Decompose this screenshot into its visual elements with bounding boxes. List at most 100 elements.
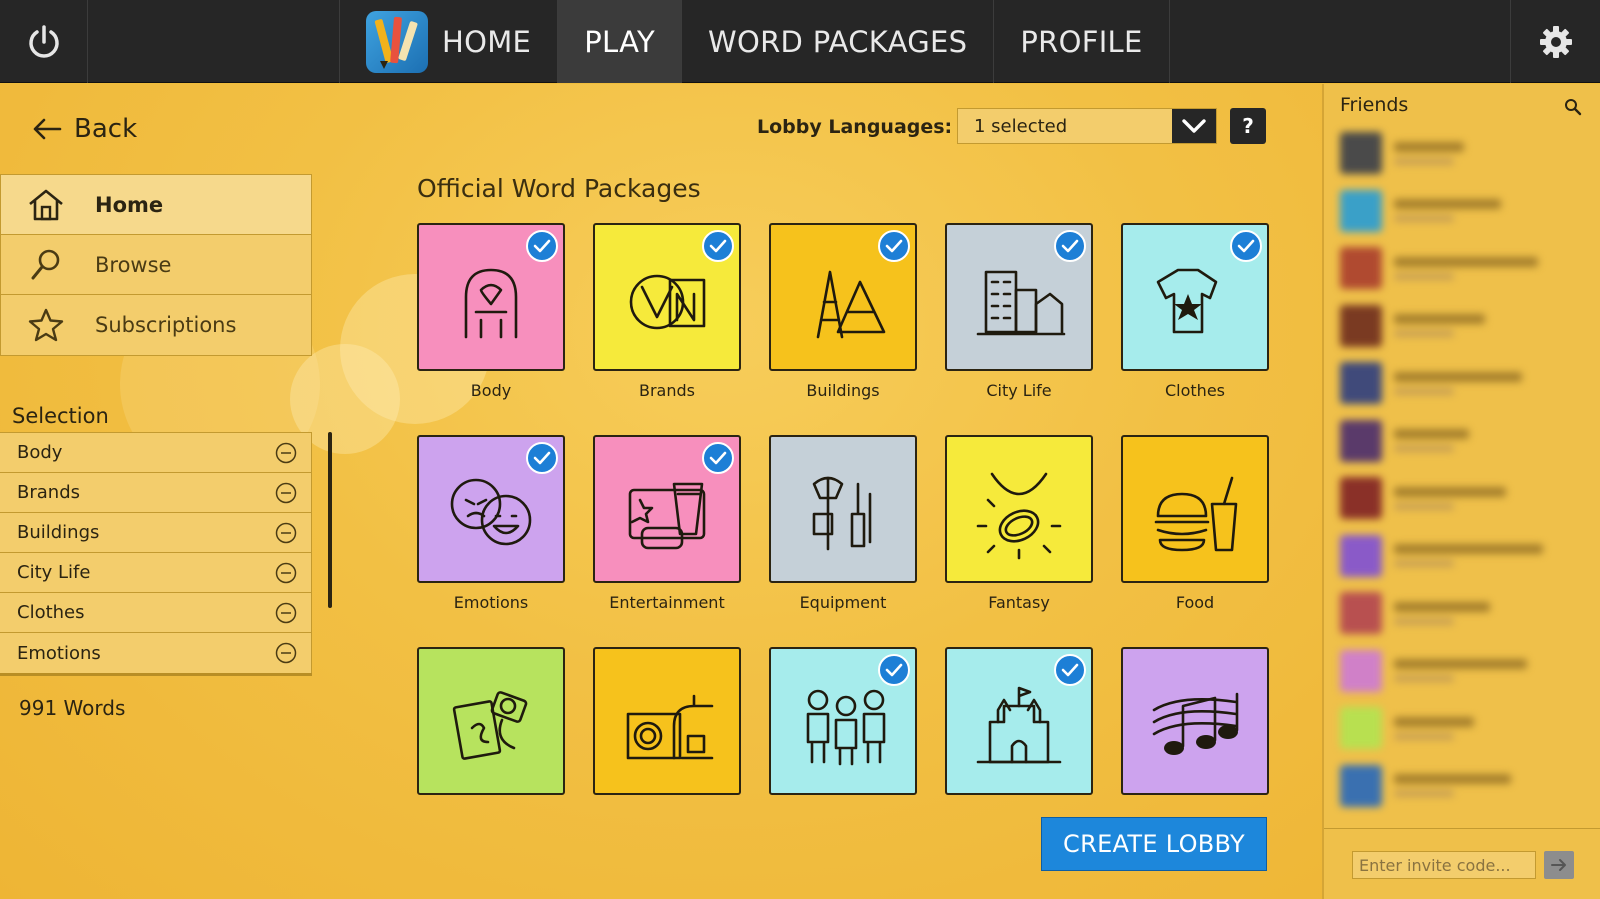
selection-item-label: Body (17, 442, 63, 463)
package-illustration-icon (628, 482, 706, 550)
package-illustration-icon (816, 270, 886, 339)
friend-item[interactable] (1340, 243, 1580, 293)
package-tile-fantasy[interactable] (945, 435, 1093, 583)
package-tile-emotions[interactable] (417, 435, 565, 583)
checkmark-icon (878, 654, 910, 686)
chevron-down-icon[interactable] (1172, 109, 1216, 143)
selection-item-label: City Life (17, 562, 91, 583)
search-icon (31, 249, 60, 279)
package-tile-entertainment[interactable] (593, 435, 741, 583)
remove-circle-icon[interactable] (275, 522, 297, 544)
package-label: Buildings (806, 381, 880, 400)
search-icon[interactable] (1564, 98, 1582, 120)
package-label: Body (470, 381, 512, 400)
package-illustration-icon (976, 472, 1062, 560)
package-tile-brands[interactable] (593, 223, 741, 371)
avatar (1340, 592, 1382, 634)
package-tile-food[interactable] (1121, 435, 1269, 583)
nav-profile-label: PROFILE (1020, 24, 1143, 59)
sidebar-item-subscriptions[interactable]: Subscriptions (1, 295, 311, 355)
friend-item[interactable] (1340, 301, 1580, 351)
friend-item[interactable] (1340, 128, 1580, 178)
friend-item[interactable] (1340, 761, 1580, 811)
sidebar-item-home[interactable]: Home (1, 175, 311, 235)
power-button[interactable] (0, 0, 88, 83)
nav-home[interactable]: HOME (340, 0, 559, 83)
remove-circle-icon[interactable] (275, 642, 297, 664)
nav-profile[interactable]: PROFILE (994, 0, 1170, 83)
remove-circle-icon[interactable] (275, 602, 297, 624)
lobby-languages-dropdown[interactable]: 1 selected (957, 108, 1217, 144)
checkmark-icon (1054, 230, 1086, 262)
package-illustration-icon (629, 274, 706, 330)
back-button[interactable]: Back (32, 114, 137, 144)
package-tile-package-11[interactable] (417, 647, 565, 795)
package-label: Emotions (453, 593, 529, 612)
remove-circle-icon[interactable] (275, 562, 297, 584)
sidebar-item-browse[interactable]: Browse (1, 235, 311, 295)
top-navigation-bar: HOME PLAY WORD PACKAGES PROFILE (0, 0, 1600, 83)
package-tile-buildings[interactable] (769, 223, 917, 371)
friend-item[interactable] (1340, 416, 1580, 466)
selection-item: Body (0, 433, 312, 473)
friend-item[interactable] (1340, 703, 1580, 753)
friend-item[interactable] (1340, 358, 1580, 408)
settings-button[interactable] (1510, 0, 1600, 83)
package-illustration-icon (1156, 268, 1218, 334)
package-tile-equipment[interactable] (769, 435, 917, 583)
checkmark-icon (1230, 230, 1262, 262)
friend-item[interactable] (1340, 186, 1580, 236)
remove-circle-icon[interactable] (275, 442, 297, 464)
sidebar-item-label: Browse (95, 252, 172, 277)
package-illustration-icon (626, 694, 714, 760)
help-button[interactable]: ? (1230, 108, 1266, 144)
package-tile-package-13[interactable] (769, 647, 917, 795)
selection-item: Clothes (0, 593, 312, 633)
main-nav: HOME PLAY WORD PACKAGES PROFILE (339, 0, 1170, 83)
package-tile-body[interactable] (417, 223, 565, 371)
star-icon (28, 308, 64, 342)
package-tile-clothes[interactable] (1121, 223, 1269, 371)
nav-play-label: PLAY (584, 24, 655, 59)
selection-scrollbar[interactable] (328, 432, 332, 608)
nav-word-packages-label: WORD PACKAGES (708, 24, 968, 59)
nav-play[interactable]: PLAY (558, 0, 682, 83)
gear-icon (1539, 25, 1572, 58)
home-icon (29, 189, 63, 220)
friend-item[interactable] (1340, 473, 1580, 523)
avatar (1340, 247, 1382, 289)
checkmark-icon (702, 442, 734, 474)
lobby-languages-value: 1 selected (974, 115, 1068, 137)
checkmark-icon (1054, 654, 1086, 686)
checkmark-icon (702, 230, 734, 262)
invite-submit-button[interactable] (1544, 851, 1574, 879)
package-tile-package-12[interactable] (593, 647, 741, 795)
selection-item: Brands (0, 473, 312, 513)
create-lobby-button[interactable]: CREATE LOBBY (1041, 817, 1267, 871)
main-content: Back Home Browse Subscriptions Selection… (0, 84, 1322, 899)
friend-item[interactable] (1340, 588, 1580, 638)
selection-item-label: Brands (17, 482, 80, 503)
package-illustration-icon (1154, 476, 1238, 552)
invite-code-input[interactable]: Enter invite code... (1352, 851, 1536, 879)
side-navigation: Home Browse Subscriptions (0, 174, 312, 356)
avatar (1340, 304, 1382, 347)
power-icon (28, 24, 59, 58)
friend-item[interactable] (1340, 646, 1580, 696)
package-tile-city-life[interactable] (945, 223, 1093, 371)
package-tile-package-15[interactable] (1121, 647, 1269, 795)
nav-word-packages[interactable]: WORD PACKAGES (682, 0, 995, 83)
remove-circle-icon[interactable] (275, 482, 297, 504)
friend-item[interactable] (1340, 531, 1580, 581)
package-illustration-icon (806, 689, 886, 766)
package-illustration-icon (452, 691, 528, 760)
selection-list: Body Brands Buildings City Life Clothes Emoti… (0, 432, 312, 676)
package-tile-package-14[interactable] (945, 647, 1093, 795)
word-count: 991 Words (19, 696, 126, 720)
package-label: City Life (986, 381, 1052, 400)
avatar (1340, 419, 1382, 462)
arrow-left-icon (33, 118, 62, 140)
checkmark-icon (878, 230, 910, 262)
back-label: Back (74, 114, 138, 144)
friends-panel: Friends Enter invite code... (1322, 84, 1600, 899)
